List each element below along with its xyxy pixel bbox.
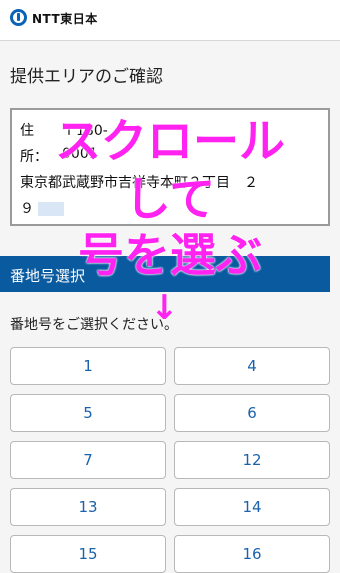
option-button[interactable]: 5 bbox=[10, 394, 166, 432]
overlay-text-line-3: 号を選ぶ bbox=[78, 228, 262, 282]
ntt-logo-icon bbox=[10, 9, 27, 26]
option-button[interactable]: 7 bbox=[10, 441, 166, 479]
option-button[interactable]: 15 bbox=[10, 535, 166, 573]
option-button[interactable]: 12 bbox=[174, 441, 330, 479]
option-button[interactable]: 6 bbox=[174, 394, 330, 432]
option-button[interactable]: 14 bbox=[174, 488, 330, 526]
option-button[interactable]: 16 bbox=[174, 535, 330, 573]
option-button[interactable]: 4 bbox=[174, 347, 330, 385]
overlay-text-line-2: して bbox=[124, 172, 216, 226]
option-button[interactable]: 1 bbox=[10, 347, 166, 385]
down-arrow-icon: ↓ bbox=[150, 288, 179, 328]
app-header: NTT東日本 bbox=[0, 0, 340, 41]
logo-text: NTT東日本 bbox=[32, 12, 98, 26]
option-button[interactable]: 13 bbox=[10, 488, 166, 526]
overlay-text-line-1: スクロール bbox=[55, 114, 285, 168]
page-title: 提供エリアのご確認 bbox=[10, 67, 163, 87]
